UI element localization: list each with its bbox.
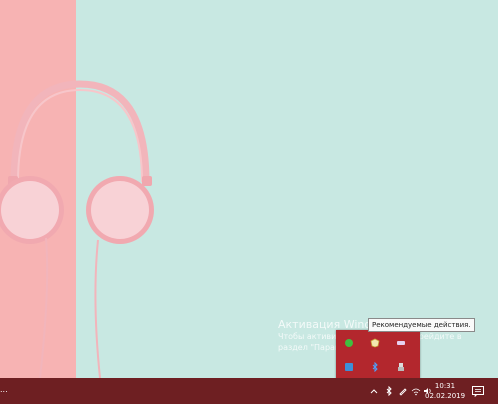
blue-app-icon[interactable] [344, 362, 354, 372]
bluetooth-icon[interactable] [370, 362, 380, 372]
bluetooth-icon[interactable] [384, 385, 394, 397]
network-icon[interactable] [411, 385, 421, 397]
clock-time: 10:31 [434, 382, 456, 390]
pen-tablet-icon[interactable] [396, 338, 406, 348]
notification-icon[interactable] [470, 383, 486, 399]
pen-icon[interactable] [398, 385, 408, 397]
taskbar-clock[interactable]: 10:31 02.02.2019 [425, 381, 465, 401]
taskbar-left-text[interactable]: ... [0, 385, 8, 394]
security-shield-icon[interactable] [370, 338, 380, 348]
tooltip-recommended-actions: Рекомендуемые действия. [368, 318, 475, 332]
green-app-icon[interactable] [344, 338, 354, 348]
taskbar: ... 10:31 02.02.2019 [0, 378, 498, 404]
usb-eject-icon[interactable] [396, 362, 406, 372]
clock-date: 02.02.2019 [425, 392, 466, 400]
chevron-up-icon[interactable] [369, 385, 379, 397]
tray-overflow-popup [336, 330, 420, 380]
